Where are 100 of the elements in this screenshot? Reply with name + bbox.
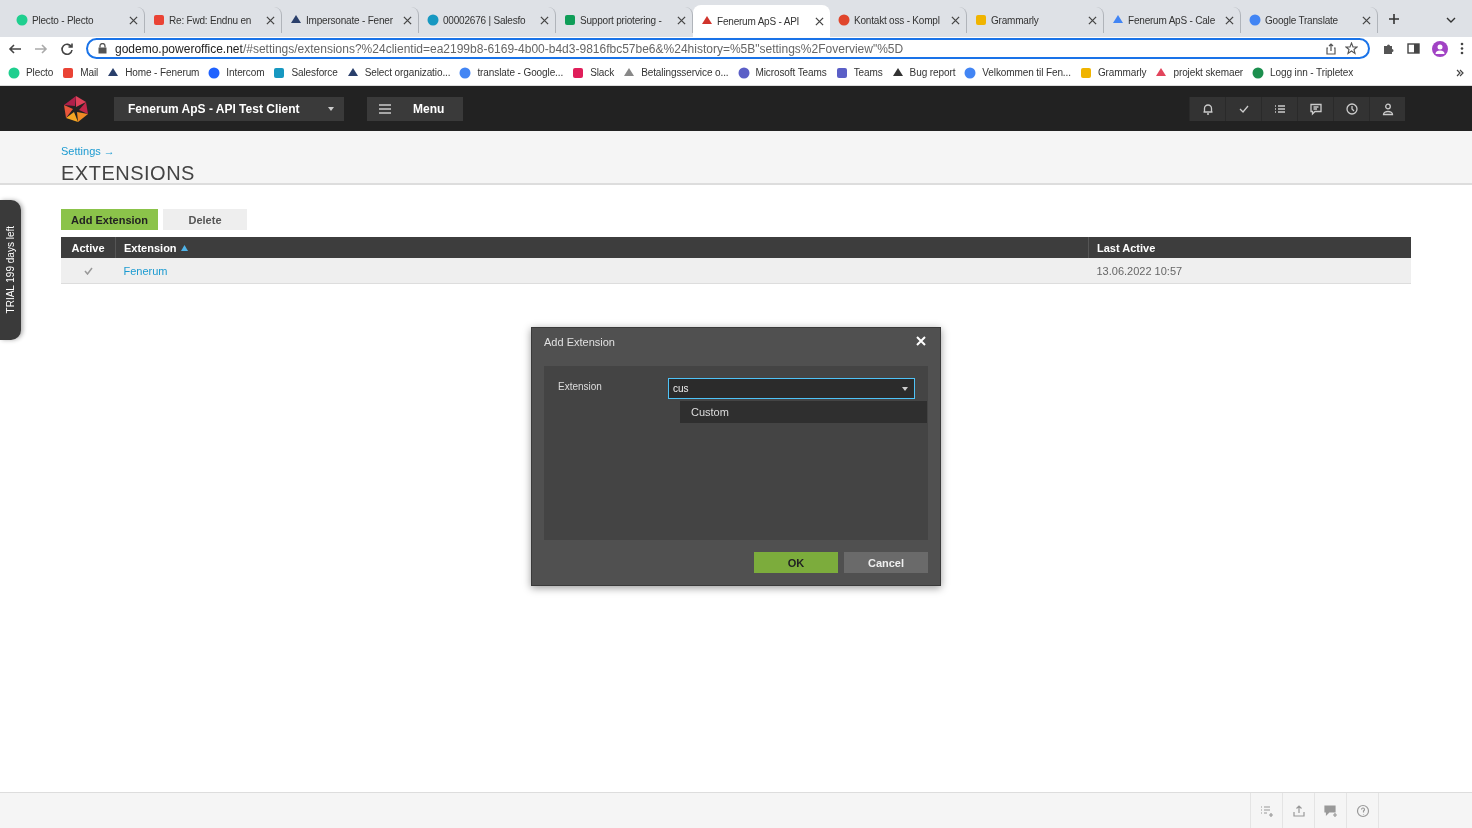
browser-tab[interactable]: 00002676 | Salesfo bbox=[419, 7, 556, 33]
bookmark-link[interactable]: Bug report bbox=[891, 66, 956, 79]
favicon-icon bbox=[564, 14, 576, 26]
bookmark-link[interactable]: Mail bbox=[62, 66, 99, 79]
bookmark-link[interactable]: Grammarly bbox=[1079, 66, 1147, 79]
favicon-icon bbox=[1112, 14, 1124, 26]
bookmark-link[interactable]: Home - Fenerum bbox=[107, 66, 200, 79]
url-text: godemo.poweroffice.net/#settings/extensions?%24clientid=ea2199b8-6169-4b00-b4d3-9816fbc57be6&%24history=%5B"settings%2Foverview"%5D bbox=[115, 41, 905, 56]
field-label: Extension bbox=[558, 380, 603, 394]
close-icon[interactable] bbox=[129, 15, 138, 25]
help-icon bbox=[1355, 803, 1370, 818]
dropdown-option[interactable]: Custom bbox=[680, 401, 927, 423]
address-bar[interactable]: godemo.poweroffice.net/#settings/extensions?%24clientid=ea2199b8-6169-4b00-b4d3-9816fbc57be6&%24history=%5B"settings%2Foverview"%5D bbox=[86, 38, 1370, 59]
trial-tab[interactable]: TRIAL 199 days left bbox=[0, 200, 21, 340]
bookmark-link[interactable]: Teams bbox=[835, 66, 883, 79]
delete-button[interactable]: Delete bbox=[163, 209, 247, 230]
browser-tab[interactable]: Re: Fwd: Endnu en bbox=[145, 7, 282, 33]
bookmark-link[interactable]: Salesforce bbox=[273, 66, 338, 79]
favicon-icon bbox=[737, 66, 750, 79]
page-title: EXTENSIONS bbox=[61, 162, 196, 185]
puzzle-icon[interactable] bbox=[1382, 42, 1395, 55]
reload-icon[interactable] bbox=[60, 41, 74, 56]
bookmark-link[interactable]: Plecto bbox=[8, 66, 54, 79]
close-icon[interactable] bbox=[815, 16, 824, 26]
side-panel-icon[interactable] bbox=[1407, 42, 1420, 55]
close-icon[interactable] bbox=[1088, 15, 1097, 25]
more-bookmarks-icon[interactable] bbox=[1456, 68, 1464, 77]
cancel-button[interactable]: Cancel bbox=[844, 552, 928, 573]
browser-tab[interactable]: Grammarly bbox=[967, 7, 1104, 33]
add-comment-icon bbox=[1323, 803, 1338, 818]
bookmark-link[interactable]: Betalingsservice o... bbox=[623, 66, 729, 79]
favicon-icon bbox=[290, 14, 302, 26]
favicon-icon bbox=[427, 14, 439, 26]
column-header[interactable]: Last Active bbox=[1097, 241, 1156, 254]
favicon-icon bbox=[572, 66, 585, 79]
client-dropdown[interactable]: Fenerum ApS - API Test Client bbox=[114, 96, 344, 121]
favicon-icon bbox=[891, 66, 904, 79]
close-icon bbox=[916, 336, 926, 346]
close-icon[interactable] bbox=[1362, 15, 1371, 25]
table-cell: 13.06.2022 10:57 bbox=[1096, 264, 1183, 277]
favicon-icon bbox=[975, 14, 987, 26]
favicon-icon bbox=[835, 66, 848, 79]
ok-button[interactable]: OK bbox=[754, 552, 838, 573]
close-icon[interactable] bbox=[540, 15, 549, 25]
close-icon[interactable] bbox=[266, 15, 275, 25]
column-header[interactable]: Extension bbox=[124, 241, 188, 254]
caret-icon bbox=[328, 106, 334, 111]
favicon-icon bbox=[1155, 66, 1168, 79]
star-icon[interactable] bbox=[1345, 42, 1358, 55]
user-icon bbox=[1380, 101, 1395, 116]
favicon-icon bbox=[16, 14, 28, 26]
caret-icon[interactable] bbox=[902, 387, 908, 391]
profile-avatar-icon[interactable] bbox=[1432, 40, 1448, 57]
back-icon[interactable] bbox=[8, 41, 22, 56]
browser-tab[interactable]: Plecto - Plecto bbox=[8, 7, 145, 33]
favicon-icon bbox=[623, 66, 636, 79]
extension-combobox[interactable]: cus bbox=[668, 378, 915, 399]
bookmark-link[interactable]: Microsoft Teams bbox=[737, 66, 827, 79]
favicon-icon bbox=[208, 66, 221, 79]
favicon-icon bbox=[346, 66, 359, 79]
lock-icon bbox=[98, 43, 107, 54]
close-icon[interactable] bbox=[677, 15, 686, 25]
favicon-icon bbox=[107, 66, 120, 79]
chevron-icon[interactable] bbox=[1446, 15, 1456, 25]
menu-icon bbox=[379, 103, 391, 114]
bookmark-link[interactable]: translate - Google... bbox=[459, 66, 564, 79]
browser-tab[interactable]: Fenerum ApS - API bbox=[693, 5, 830, 37]
close-icon[interactable] bbox=[951, 15, 960, 25]
favicon-icon bbox=[838, 14, 850, 26]
menu-button[interactable]: Menu bbox=[367, 96, 463, 121]
bookmark-link[interactable]: Slack bbox=[572, 66, 615, 79]
close-icon[interactable] bbox=[403, 15, 412, 25]
browser-tab[interactable]: Google Translate bbox=[1241, 7, 1378, 33]
bookmark-link[interactable]: Velkommen til Fen... bbox=[964, 66, 1071, 79]
bookmark-link[interactable]: Select organizatio... bbox=[346, 66, 451, 79]
add-list-icon bbox=[1259, 803, 1274, 818]
more-icon[interactable] bbox=[1460, 42, 1464, 55]
favicon-icon bbox=[1252, 66, 1265, 79]
favicon-icon bbox=[273, 66, 286, 79]
favicon-icon bbox=[62, 66, 75, 79]
dialog-title: Add Extension bbox=[544, 336, 615, 348]
favicon-icon bbox=[459, 66, 472, 79]
close-button[interactable] bbox=[916, 336, 928, 348]
browser-tab[interactable]: Impersonate - Fener bbox=[282, 7, 419, 33]
favicon-icon bbox=[1079, 66, 1092, 79]
favicon-icon bbox=[964, 66, 977, 79]
upload-icon bbox=[1291, 803, 1306, 818]
new-tab-icon[interactable] bbox=[1388, 13, 1400, 25]
favicon-icon bbox=[153, 14, 165, 26]
browser-tab[interactable]: Fenerum ApS - Cale bbox=[1104, 7, 1241, 33]
bookmark-link[interactable]: projekt skemaer bbox=[1155, 66, 1244, 79]
chat-icon bbox=[1308, 101, 1323, 116]
favicon-icon bbox=[701, 15, 713, 27]
share-icon[interactable] bbox=[1325, 42, 1337, 55]
bookmark-link[interactable]: Logg inn - Tripletex bbox=[1252, 66, 1354, 79]
close-icon[interactable] bbox=[1225, 15, 1234, 25]
add-extension-button[interactable]: Add Extension bbox=[61, 209, 158, 230]
browser-tab[interactable]: Kontakt oss - Kompl bbox=[830, 7, 967, 33]
bookmark-link[interactable]: Intercom bbox=[208, 66, 265, 79]
favicon-icon bbox=[1249, 14, 1261, 26]
